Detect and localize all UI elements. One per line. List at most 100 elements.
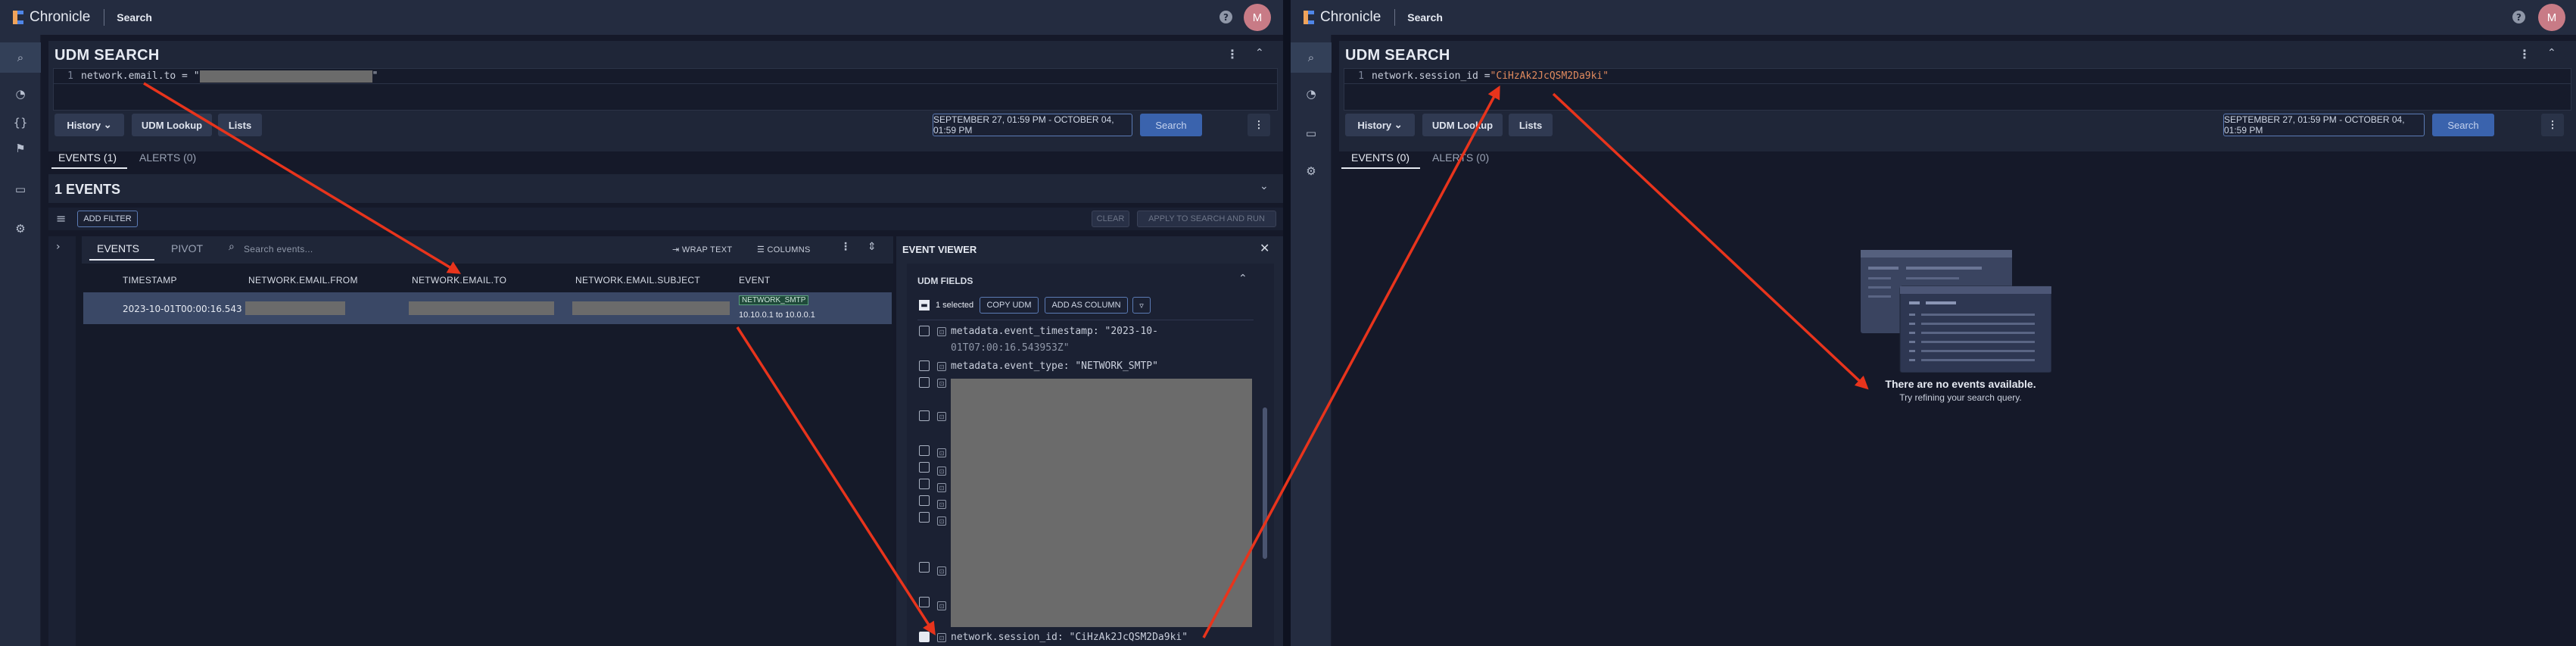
field-filter-icon[interactable]: ⊡ — [937, 327, 946, 336]
field-session-id: network.session_id: "CiHzAk2JcQSM2Da9ki" — [951, 632, 1188, 643]
tab-events[interactable]: EVENTS (1) — [58, 151, 117, 164]
field-checkbox[interactable] — [919, 410, 930, 421]
tab-alerts[interactable]: ALERTS (0) — [139, 151, 196, 164]
collapse-fields-icon[interactable]: ⌃ — [1238, 273, 1248, 285]
date-range-picker[interactable]: SEPTEMBER 27, 01:59 PM - OCTOBER 04, 01:… — [933, 114, 1132, 136]
event-search-input[interactable]: Search events... — [244, 244, 313, 254]
top-bar: Chronicle Search ? M — [0, 0, 1283, 35]
inbox-nav-icon[interactable]: ▭ — [0, 174, 41, 204]
field-filter-icon[interactable]: ⊡ — [937, 379, 946, 388]
field-checkbox[interactable] — [919, 597, 930, 607]
inbox-nav-icon[interactable]: ▭ — [1291, 118, 1332, 148]
lists-button[interactable]: Lists — [218, 114, 262, 136]
apply-filters-button[interactable]: APPLY TO SEARCH AND RUN — [1137, 211, 1276, 227]
udm-search-title: UDM SEARCH — [55, 47, 160, 64]
event-viewer: EVENT VIEWER ✕ UDM FIELDS ⌃ ▬ 1 selected… — [896, 236, 1283, 646]
redacted-email-from — [245, 301, 345, 315]
chronicle-logo-right[interactable]: Chronicle — [1301, 9, 1381, 26]
query-menu-icon[interactable]: ⋮ — [1226, 47, 1238, 61]
app-name: Chronicle — [30, 9, 91, 25]
field-filter-icon[interactable]: ⊡ — [937, 601, 946, 610]
field-checkbox[interactable] — [919, 326, 930, 336]
settings-nav-icon[interactable]: ⚙ — [1291, 156, 1332, 186]
field-filter-icon[interactable]: ⊡ — [937, 412, 946, 421]
wrap-text-button[interactable]: ⇥ WRAP TEXT — [672, 245, 732, 254]
field-filter-icon[interactable]: ⊡ — [937, 566, 946, 576]
column-timestamp[interactable]: TIMESTAMP — [123, 275, 177, 286]
redacted-email-subject — [572, 301, 730, 315]
tab-events-right[interactable]: EVENTS (0) — [1351, 151, 1409, 164]
chronicle-logo[interactable]: Chronicle — [11, 9, 90, 26]
dashboard-nav-icon[interactable]: ◔ — [0, 79, 41, 109]
field-checkbox[interactable] — [919, 479, 930, 489]
viewer-scrollbar[interactable] — [1263, 407, 1267, 559]
history-label: History — [67, 119, 101, 131]
filter-icon[interactable]: ≡ — [56, 211, 66, 226]
query-editor-right[interactable]: 1 network.session_id = "CiHzAk2JcQSM2Da9… — [1344, 68, 2571, 111]
add-as-column-button[interactable]: ADD AS COLUMN — [1045, 297, 1128, 314]
page-title-right: Search — [1407, 11, 1443, 23]
events-count-bar: 1 EVENTS ⌄ — [48, 174, 1283, 203]
query-editor[interactable]: 1 network.email.to = " " — [53, 68, 1278, 111]
user-avatar-right[interactable]: M — [2538, 4, 2565, 31]
history-button[interactable]: History ⌄ — [55, 114, 124, 136]
search-nav-icon[interactable]: ⌕ — [0, 42, 41, 73]
field-checkbox[interactable] — [919, 462, 930, 473]
toolbar-menu-button[interactable]: ⋮ — [1248, 114, 1270, 136]
column-email-to[interactable]: NETWORK.EMAIL.TO — [412, 275, 506, 286]
collapse-events-icon[interactable]: ⌄ — [1260, 180, 1269, 192]
clear-label: CLEAR — [1096, 214, 1125, 223]
field-filter-icon[interactable]: ⊡ — [937, 448, 946, 457]
field-checkbox[interactable] — [919, 360, 930, 371]
search-nav-icon[interactable]: ⌕ — [1291, 42, 1332, 73]
field-checkbox[interactable] — [919, 512, 930, 523]
udm-lookup-label: UDM Lookup — [1431, 119, 1494, 131]
query-menu-icon[interactable]: ⋮ — [2518, 47, 2531, 61]
copy-udm-button[interactable]: COPY UDM — [980, 297, 1039, 314]
udm-lookup-button[interactable]: UDM Lookup — [132, 114, 212, 136]
field-checkbox[interactable] — [919, 445, 930, 456]
field-checkbox[interactable] — [919, 495, 930, 506]
clear-filters-button[interactable]: CLEAR — [1092, 211, 1129, 227]
search-button[interactable]: Search — [1140, 114, 1202, 136]
tab-results-events[interactable]: EVENTS — [97, 242, 139, 254]
collapse-query-icon[interactable]: ⌃ — [2547, 47, 2556, 59]
expand-sidebar-icon[interactable]: › — [48, 236, 76, 646]
field-checkbox[interactable] — [919, 562, 930, 573]
columns-label: COLUMNS — [767, 245, 811, 254]
search-button[interactable]: Search — [2432, 114, 2494, 136]
field-filter-icon[interactable]: ⊡ — [937, 467, 946, 476]
flag-nav-icon[interactable]: ⚑ — [0, 133, 41, 164]
table-row[interactable]: 2023-10-01T00:00:16.543 NETWORK_SMTP 10.… — [83, 292, 892, 324]
toolbar-menu-button[interactable]: ⋮ — [2541, 114, 2564, 136]
field-filter-icon[interactable]: ⊡ — [937, 362, 946, 371]
field-filter-icon[interactable]: ⊡ — [937, 516, 946, 526]
date-range-picker[interactable]: SEPTEMBER 27, 01:59 PM - OCTOBER 04, 01:… — [2223, 114, 2425, 136]
collapse-query-icon[interactable]: ⌃ — [1255, 47, 1264, 59]
column-email-from[interactable]: NETWORK.EMAIL.FROM — [248, 275, 358, 286]
field-checkbox[interactable] — [919, 377, 930, 388]
select-all-icon[interactable]: ▬ — [919, 300, 930, 311]
filter-fields-icon[interactable]: ▿ — [1132, 297, 1151, 314]
results-menu-icon[interactable]: ⋮ — [840, 241, 851, 253]
field-filter-icon[interactable]: ⊡ — [937, 500, 946, 509]
columns-button[interactable]: ☰ COLUMNS — [757, 245, 811, 254]
sort-icon[interactable]: ⇕ — [867, 241, 877, 253]
field-filter-icon[interactable]: ⊡ — [937, 633, 946, 642]
field-filter-icon[interactable]: ⊡ — [937, 483, 946, 492]
add-filter-button[interactable]: ADD FILTER — [77, 211, 138, 227]
udm-lookup-button[interactable]: UDM Lookup — [1422, 114, 1503, 136]
help-icon-right[interactable]: ? — [2512, 11, 2525, 23]
close-icon[interactable]: ✕ — [1260, 241, 1269, 255]
column-email-subject[interactable]: NETWORK.EMAIL.SUBJECT — [575, 275, 700, 286]
settings-nav-icon[interactable]: ⚙ — [0, 214, 41, 244]
help-icon[interactable]: ? — [1219, 11, 1232, 23]
tab-alerts-right[interactable]: ALERTS (0) — [1432, 151, 1489, 164]
column-event[interactable]: EVENT — [739, 275, 771, 286]
user-avatar[interactable]: M — [1244, 4, 1271, 31]
lists-button[interactable]: Lists — [1509, 114, 1553, 136]
dashboard-nav-icon[interactable]: ◔ — [1291, 79, 1332, 109]
session-id-checkbox[interactable] — [919, 632, 930, 642]
history-button[interactable]: History ⌄ — [1345, 114, 1415, 136]
tab-results-pivot[interactable]: PIVOT — [171, 242, 203, 254]
